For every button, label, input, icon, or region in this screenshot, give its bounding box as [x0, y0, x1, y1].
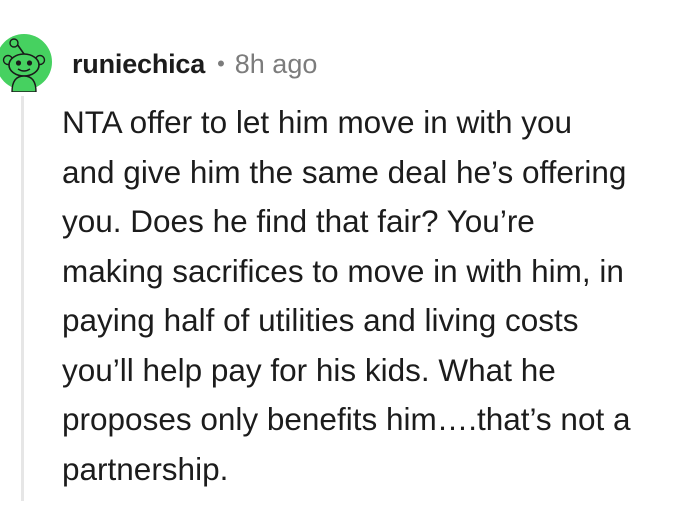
comment-body-line: proposes only benefits him….that’s not a [62, 401, 631, 437]
comment: runiechica • 8h ago NTA offer to let him… [0, 0, 700, 505]
comment-body-line: partnership. [62, 450, 229, 487]
thread-line[interactable] [21, 96, 24, 501]
separator-dot: • [217, 51, 225, 76]
comment-body-line: you. Does he find that fair? You’re [62, 203, 535, 239]
username-link[interactable]: runiechica [72, 49, 205, 80]
comment-body-line: NTA offer to let him move in with you [62, 104, 573, 140]
comment-body-line: you’ll help pay for his kids. What he [62, 351, 556, 388]
snoo-avatar-icon [0, 34, 52, 92]
comment-body-line: paying half of utilities and living cost… [62, 302, 579, 338]
comment-timestamp: 8h ago [234, 48, 318, 79]
user-avatar[interactable] [0, 32, 52, 92]
comment-body-line: and give him the same deal he’s offering [62, 153, 627, 190]
comment-header: runiechica • 8h ago [72, 44, 317, 84]
comment-body: NTA offer to let him move in with you an… [62, 98, 698, 494]
comment-body-line: making sacrifices to move in with him, i… [62, 252, 624, 289]
